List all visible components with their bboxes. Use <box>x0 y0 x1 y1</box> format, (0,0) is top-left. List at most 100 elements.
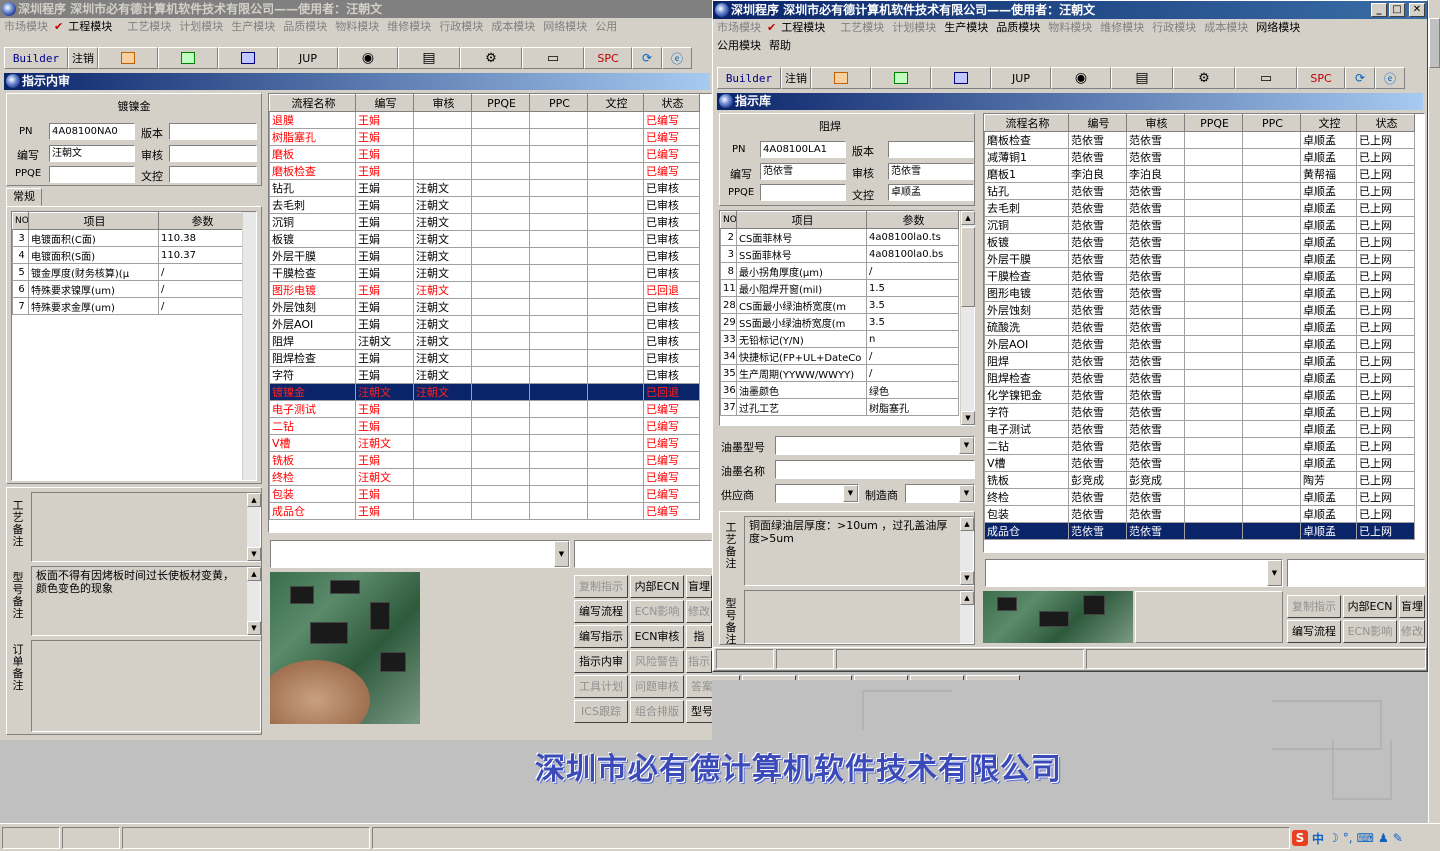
param-row[interactable]: 7 特殊要求金厚(um) / <box>12 297 245 315</box>
ie-icon[interactable]: ⓔ <box>1375 67 1405 89</box>
menu-item[interactable]: 工程模块 <box>64 18 116 36</box>
desktop-scrollbar[interactable] <box>1428 0 1440 823</box>
flow-row[interactable]: 终检 汪朝文 已编写 <box>269 468 700 486</box>
refresh-icon[interactable]: ⟳ <box>632 47 662 69</box>
user-icon[interactable]: ♟ <box>1378 831 1389 845</box>
param-value[interactable]: / <box>158 263 245 281</box>
jup-button[interactable]: JUP <box>278 47 338 69</box>
ink-name-field[interactable] <box>775 460 975 479</box>
param-value[interactable]: / <box>866 364 959 382</box>
flow-row[interactable]: 阻焊 汪朝文 汪朝文 已审核 <box>269 332 700 350</box>
flow-row[interactable]: 二钻 王娟 已编写 <box>269 417 700 435</box>
flow-row[interactable]: 图形电镀 王娟 汪朝文 已回退 <box>269 281 700 299</box>
flow-combo-1[interactable]: ▼ <box>985 559 1283 587</box>
action-button[interactable]: 盲埋 <box>686 575 712 598</box>
param-row[interactable]: 33 无铅标记(Y/N) n <box>720 330 959 348</box>
menu-item[interactable]: 公用模块 <box>713 37 765 55</box>
craft-scrollbar[interactable]: ▲ ▼ <box>246 493 261 561</box>
param-row[interactable]: 37 过孔工艺 树脂塞孔 <box>720 398 959 416</box>
excel-icon[interactable] <box>158 47 218 69</box>
craft-scrollbar[interactable]: ▲ ▼ <box>959 517 974 585</box>
param-row[interactable]: 36 油墨颜色 绿色 <box>720 381 959 399</box>
flow-row[interactable]: 阻焊 范依雪 范依雪 卓顺孟 已上网 <box>984 352 1415 370</box>
builder-button[interactable]: Builder <box>4 47 68 69</box>
flow-row[interactable]: 硫酸洗 范依雪 范依雪 卓顺孟 已上网 <box>984 318 1415 336</box>
logout-button[interactable]: 注销 <box>68 47 98 69</box>
action-button[interactable]: ECN审核 <box>630 625 684 648</box>
word-icon[interactable] <box>218 47 278 69</box>
col-header[interactable]: 流程名称 <box>269 94 356 112</box>
flow-row[interactable]: 钻孔 王娟 汪朝文 已审核 <box>269 179 700 197</box>
flow-row[interactable]: 阻焊检查 范依雪 范依雪 卓顺孟 已上网 <box>984 369 1415 387</box>
action-button[interactable]: ICS跟踪 <box>574 700 628 723</box>
computer-icon[interactable]: ▭ <box>522 47 584 69</box>
writer-field[interactable]: 汪朝文 <box>49 145 135 162</box>
menu-item[interactable]: 品质模块 <box>992 19 1044 37</box>
action-button[interactable]: 指 <box>686 625 712 648</box>
col-header[interactable]: 状态 <box>1356 114 1415 132</box>
flow-row[interactable]: 字符 范依雪 范依雪 卓顺孟 已上网 <box>984 403 1415 421</box>
col-header[interactable]: 参数 <box>158 212 245 230</box>
menu-item[interactable]: 生产模块 <box>940 19 992 37</box>
param-value[interactable]: 110.37 <box>158 246 245 264</box>
action-button[interactable]: 内部ECN <box>1343 595 1397 618</box>
action-button[interactable]: 工具计划 <box>574 675 628 698</box>
menu-item[interactable]: 工艺模块 <box>123 18 175 36</box>
param-value[interactable]: n <box>866 330 959 348</box>
param-row[interactable]: 5 镀金厚度(财务核算)(μ / <box>12 263 245 281</box>
flow-row[interactable]: 电子测试 范依雪 范依雪 卓顺孟 已上网 <box>984 420 1415 438</box>
menu-item[interactable]: 行政模块 <box>435 18 487 36</box>
model-note-field[interactable]: ▲ <box>744 590 974 644</box>
craft-note-field[interactable]: ▲ ▼ <box>31 492 261 562</box>
flow-row[interactable]: 成品仓 王娟 已编写 <box>269 502 700 520</box>
builder-button[interactable]: Builder <box>717 67 781 89</box>
action-button[interactable]: 编写指示 <box>574 625 628 648</box>
param-value[interactable]: / <box>866 262 959 280</box>
flow-row[interactable]: 电子测试 王娟 已编写 <box>269 400 700 418</box>
action-button[interactable]: 组合排版 <box>630 700 684 723</box>
jup-button[interactable]: JUP <box>991 67 1051 89</box>
eye-icon[interactable]: ◉ <box>1051 67 1111 89</box>
flow-row[interactable]: 镀镍金 汪朝文 汪朝文 已回退 <box>269 383 700 401</box>
flow-row[interactable]: 外层干膜 范依雪 范依雪 卓顺孟 已上网 <box>984 250 1415 268</box>
action-button[interactable]: 问题审核 <box>630 675 684 698</box>
param-value[interactable]: 4a08100la0.ts <box>866 228 959 246</box>
flow-row[interactable]: 包装 王娟 已编写 <box>269 485 700 503</box>
action-button[interactable]: ECN影响 <box>1343 620 1397 643</box>
param-value[interactable]: 3.5 <box>866 296 959 314</box>
flow-row[interactable]: 退膜 王娟 已编写 <box>269 111 700 129</box>
library-title-bar[interactable]: 深圳程序 深圳市必有德计算机软件技术有限公司——使用者：汪朝文 _ □ ✕ <box>713 1 1427 19</box>
ie-icon[interactable]: ⓔ <box>662 47 692 69</box>
param-row[interactable]: 3 电镀面积(C面) 110.38 <box>12 229 245 247</box>
action-button[interactable]: 风险警告 <box>630 650 684 673</box>
action-button[interactable]: 复制指示 <box>574 575 628 598</box>
param-value[interactable]: 树脂塞孔 <box>866 398 959 416</box>
flow-row[interactable]: 阻焊检查 王娟 汪朝文 已审核 <box>269 349 700 367</box>
tab-general[interactable]: 常规 <box>6 188 42 206</box>
flow-row[interactable]: 化学镍钯金 范依雪 范依雪 卓顺孟 已上网 <box>984 386 1415 404</box>
minimize-button[interactable]: _ <box>1371 3 1387 17</box>
flow-row[interactable]: 终检 范依雪 范依雪 卓顺孟 已上网 <box>984 488 1415 506</box>
col-header[interactable]: 状态 <box>643 94 700 112</box>
flow-row[interactable]: 钻孔 范依雪 范依雪 卓顺孟 已上网 <box>984 182 1415 200</box>
menu-item[interactable]: 计划模块 <box>175 18 227 36</box>
col-header[interactable]: NO <box>720 211 737 229</box>
flow-row[interactable]: 磨板检查 王娟 已编写 <box>269 162 700 180</box>
flow-row[interactable]: 铣板 王娟 已编写 <box>269 451 700 469</box>
menu-item[interactable]: 生产模块 <box>227 18 279 36</box>
action-button[interactable]: 盲埋 <box>1399 595 1425 618</box>
col-header[interactable]: 编写 <box>355 94 414 112</box>
reviewer-field[interactable] <box>169 145 257 162</box>
flow-row[interactable]: 减薄铜1 范依雪 范依雪 卓顺孟 已上网 <box>984 148 1415 166</box>
flow-combo-2[interactable] <box>1287 559 1425 587</box>
flow-row[interactable]: 磨板1 李泊良 李泊良 黄帮福 已上网 <box>984 165 1415 183</box>
maker-combo[interactable]: ▼ <box>905 484 975 503</box>
param-value[interactable]: 4a08100la0.bs <box>866 245 959 263</box>
flow-row[interactable]: 包装 范依雪 范依雪 卓顺孟 已上网 <box>984 505 1415 523</box>
flow-row[interactable]: 磨板 王娟 已编写 <box>269 145 700 163</box>
menu-item[interactable]: 网络模块 <box>539 18 591 36</box>
param-row[interactable]: 34 快捷标记(FP+UL+DateCo / <box>720 347 959 365</box>
col-header[interactable]: PPC <box>529 94 588 112</box>
menu-item[interactable]: 市场模块 <box>713 19 765 37</box>
flow-row[interactable]: 板镀 王娟 汪朝文 已审核 <box>269 230 700 248</box>
